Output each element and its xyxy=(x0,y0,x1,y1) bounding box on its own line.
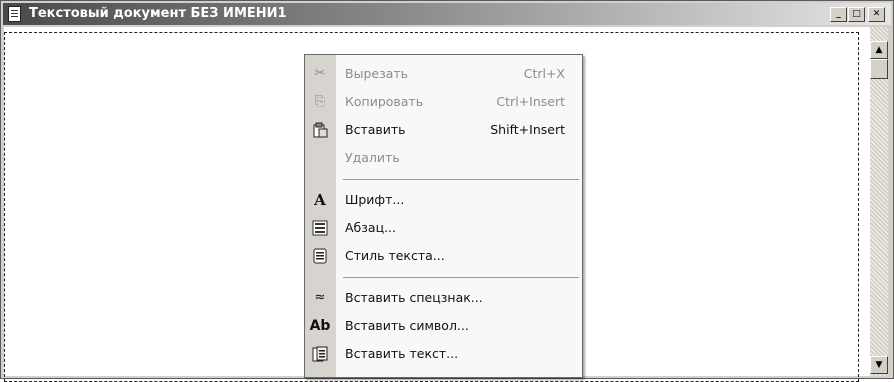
scroll-thumb[interactable] xyxy=(870,59,888,79)
cut-icon: ✂ xyxy=(314,66,326,81)
menu-item-cut[interactable]: ✂ Вырезать Ctrl+X xyxy=(305,61,582,87)
menu-item-label: Вставить xyxy=(345,122,406,137)
minimize-button[interactable]: _ xyxy=(830,7,847,22)
special-char-icon: ≈ xyxy=(314,290,326,305)
menu-item-label: Абзац... xyxy=(345,220,396,235)
document-icon xyxy=(8,6,21,22)
menu-item-insert-special-char[interactable]: ≈ Вставить спецзнак... xyxy=(305,285,582,311)
paragraph-icon xyxy=(312,220,328,236)
menu-item-copy[interactable]: ⎘ Копировать Ctrl+Insert xyxy=(305,89,582,115)
menu-item-insert-symbol[interactable]: Ab Вставить символ... xyxy=(305,313,582,339)
menu-item-label: Удалить xyxy=(345,150,400,165)
menu-item-label: Вставить спецзнак... xyxy=(345,290,483,305)
text-style-icon xyxy=(312,248,328,264)
document-window: Текстовый документ БЕЗ ИМЕНИ1 _ □ ✕ ▲ ▼ … xyxy=(0,0,894,382)
menu-item-paragraph[interactable]: Абзац... xyxy=(305,215,582,241)
menu-item-label: Стиль текста... xyxy=(345,248,445,263)
menu-item-shortcut: Ctrl+Insert xyxy=(496,94,565,109)
menu-item-paste[interactable]: Вставить Shift+Insert xyxy=(305,117,582,143)
close-button[interactable]: ✕ xyxy=(868,7,885,22)
maximize-button[interactable]: □ xyxy=(848,7,865,22)
menu-item-shortcut: Shift+Insert xyxy=(490,122,565,137)
menu-separator xyxy=(343,179,579,180)
menu-item-insert-text[interactable]: Вставить текст... xyxy=(305,341,582,367)
scroll-up-button[interactable]: ▲ xyxy=(870,41,888,59)
menu-separator xyxy=(343,277,579,278)
menu-item-label: Вставить символ... xyxy=(345,318,469,333)
menu-item-text-style[interactable]: Стиль текста... xyxy=(305,243,582,269)
context-menu: ✂ Вырезать Ctrl+X ⎘ Копировать Ctrl+Inse… xyxy=(304,54,583,378)
window-title: Текстовый документ БЕЗ ИМЕНИ1 xyxy=(29,6,287,21)
menu-item-shortcut: Ctrl+X xyxy=(523,66,565,81)
menu-item-label: Шрифт... xyxy=(345,192,405,207)
copy-icon: ⎘ xyxy=(314,94,326,109)
menu-item-font[interactable]: A Шрифт... xyxy=(305,187,582,213)
title-bar[interactable]: Текстовый документ БЕЗ ИМЕНИ1 _ □ ✕ xyxy=(3,3,891,25)
menu-item-label: Вставить текст... xyxy=(345,346,459,361)
menu-item-delete[interactable]: Удалить xyxy=(305,145,582,171)
scroll-down-button[interactable]: ▼ xyxy=(870,356,888,374)
insert-symbol-icon: Ab xyxy=(309,318,331,334)
insert-text-icon xyxy=(312,346,328,362)
font-icon: A xyxy=(314,191,326,209)
paste-icon xyxy=(312,122,328,138)
vertical-scrollbar[interactable]: ▲ ▼ xyxy=(870,27,888,376)
menu-item-label: Копировать xyxy=(345,94,424,109)
menu-item-label: Вырезать xyxy=(345,66,409,81)
